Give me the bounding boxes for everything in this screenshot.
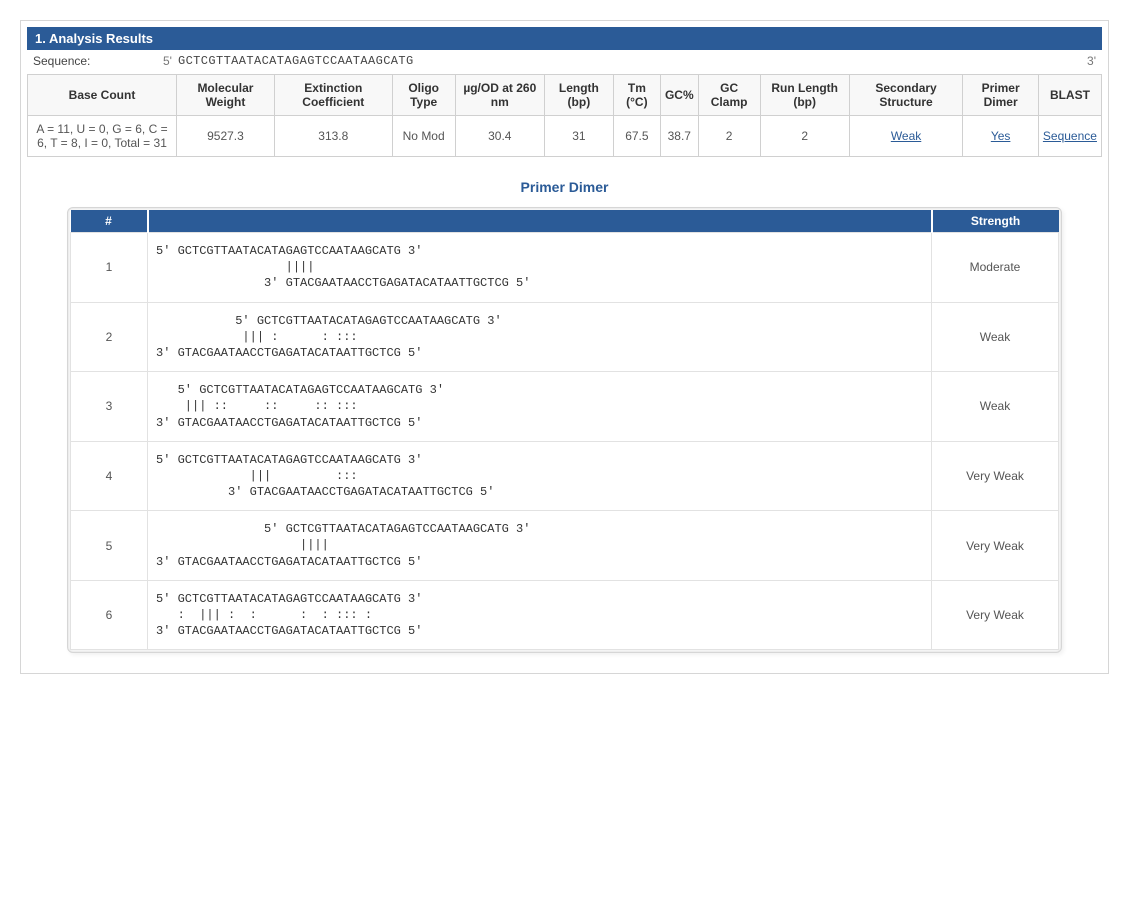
primer-dimer-table: # Strength 15' GCTCGTTAATACATAGAGTCCAATA…: [70, 210, 1059, 650]
cell-mw: 9527.3: [177, 116, 275, 157]
sequence-suffix: 3': [1087, 54, 1096, 68]
sequence-value: GCTCGTTAATACATAGAGTCCAATAAGCATG: [178, 54, 1087, 68]
dimer-row: 2 5' GCTCGTTAATACATAGAGTCCAATAAGCATG 3' …: [71, 302, 1059, 372]
dimer-strength: Very Weak: [932, 580, 1059, 650]
sequence-label: Sequence:: [33, 54, 163, 68]
cell-ext: 313.8: [274, 116, 392, 157]
cell-oligo: No Mod: [392, 116, 455, 157]
dimer-strength: Moderate: [932, 233, 1059, 303]
dimer-alignment: 5' GCTCGTTAATACATAGAGTCCAATAAGCATG 3' ||…: [148, 372, 932, 442]
sequence-row: Sequence: 5' GCTCGTTAATACATAGAGTCCAATAAG…: [27, 50, 1102, 74]
dimer-row: 65' GCTCGTTAATACATAGAGTCCAATAAGCATG 3' :…: [71, 580, 1059, 650]
dimer-alignment: 5' GCTCGTTAATACATAGAGTCCAATAAGCATG 3' ||…: [148, 441, 932, 511]
dimer-row: 45' GCTCGTTAATACATAGAGTCCAATAAGCATG 3' |…: [71, 441, 1059, 511]
dimer-strength: Very Weak: [932, 441, 1059, 511]
sequence-prefix: 5': [163, 54, 172, 68]
dimer-alignment-text: 5' GCTCGTTAATACATAGAGTCCAATAAGCATG 3' ||…: [156, 452, 923, 501]
cell-base-count: A = 11, U = 0, G = 6, C = 6, T = 8, I = …: [28, 116, 177, 157]
dimer-alignment: 5' GCTCGTTAATACATAGAGTCCAATAAGCATG 3' ||…: [148, 511, 932, 581]
cell-gc: 38.7: [660, 116, 698, 157]
dimer-alignment-text: 5' GCTCGTTAATACATAGAGTCCAATAAGCATG 3' : …: [156, 591, 923, 640]
primer-dimer-title: Primer Dimer: [27, 179, 1102, 195]
dimer-strength: Weak: [932, 372, 1059, 442]
cell-runlen: 2: [760, 116, 849, 157]
dimer-row-number: 2: [71, 302, 148, 372]
th-oligo: Oligo Type: [392, 75, 455, 116]
dimer-row-number: 4: [71, 441, 148, 511]
dimer-alignment-text: 5' GCTCGTTAATACATAGAGTCCAATAAGCATG 3' ||…: [156, 243, 923, 292]
dimer-strength: Very Weak: [932, 511, 1059, 581]
dimer-row: 5 5' GCTCGTTAATACATAGAGTCCAATAAGCATG 3' …: [71, 511, 1059, 581]
th-ugod: µg/OD at 260 nm: [455, 75, 544, 116]
dimer-row-number: 3: [71, 372, 148, 442]
th-gcclamp: GC Clamp: [698, 75, 760, 116]
dimer-alignment: 5' GCTCGTTAATACATAGAGTCCAATAAGCATG 3' ||…: [148, 233, 932, 303]
th-dimer: Primer Dimer: [963, 75, 1039, 116]
th-dimer-num: #: [71, 210, 148, 233]
th-length: Length (bp): [544, 75, 613, 116]
results-row: A = 11, U = 0, G = 6, C = 6, T = 8, I = …: [28, 116, 1102, 157]
primer-dimer-panel: # Strength 15' GCTCGTTAATACATAGAGTCCAATA…: [67, 207, 1062, 653]
dimer-row: 3 5' GCTCGTTAATACATAGAGTCCAATAAGCATG 3' …: [71, 372, 1059, 442]
analysis-section-title: 1. Analysis Results: [27, 27, 1102, 50]
th-secstruct: Secondary Structure: [849, 75, 963, 116]
results-table: Base Count Molecular Weight Extinction C…: [27, 74, 1102, 157]
link-secondary-structure[interactable]: Weak: [891, 129, 921, 143]
th-gc: GC%: [660, 75, 698, 116]
link-primer-dimer[interactable]: Yes: [991, 129, 1011, 143]
dimer-alignment: 5' GCTCGTTAATACATAGAGTCCAATAAGCATG 3' : …: [148, 580, 932, 650]
dimer-row: 15' GCTCGTTAATACATAGAGTCCAATAAGCATG 3' |…: [71, 233, 1059, 303]
cell-gcclamp: 2: [698, 116, 760, 157]
dimer-strength: Weak: [932, 302, 1059, 372]
th-dimer-spacer: [148, 210, 932, 233]
th-ext: Extinction Coefficient: [274, 75, 392, 116]
th-dimer-strength: Strength: [932, 210, 1059, 233]
dimer-alignment: 5' GCTCGTTAATACATAGAGTCCAATAAGCATG 3' ||…: [148, 302, 932, 372]
dimer-alignment-text: 5' GCTCGTTAATACATAGAGTCCAATAAGCATG 3' ||…: [156, 521, 923, 570]
analysis-panel: 1. Analysis Results Sequence: 5' GCTCGTT…: [20, 20, 1109, 674]
th-mw: Molecular Weight: [177, 75, 275, 116]
cell-length: 31: [544, 116, 613, 157]
th-blast: BLAST: [1038, 75, 1101, 116]
dimer-alignment-text: 5' GCTCGTTAATACATAGAGTCCAATAAGCATG 3' ||…: [156, 382, 923, 431]
dimer-alignment-text: 5' GCTCGTTAATACATAGAGTCCAATAAGCATG 3' ||…: [156, 313, 923, 362]
th-tm: Tm (°C): [613, 75, 660, 116]
th-base-count: Base Count: [28, 75, 177, 116]
dimer-row-number: 5: [71, 511, 148, 581]
cell-ugod: 30.4: [455, 116, 544, 157]
cell-tm: 67.5: [613, 116, 660, 157]
dimer-row-number: 6: [71, 580, 148, 650]
link-blast[interactable]: Sequence: [1043, 129, 1097, 143]
th-runlen: Run Length (bp): [760, 75, 849, 116]
dimer-row-number: 1: [71, 233, 148, 303]
